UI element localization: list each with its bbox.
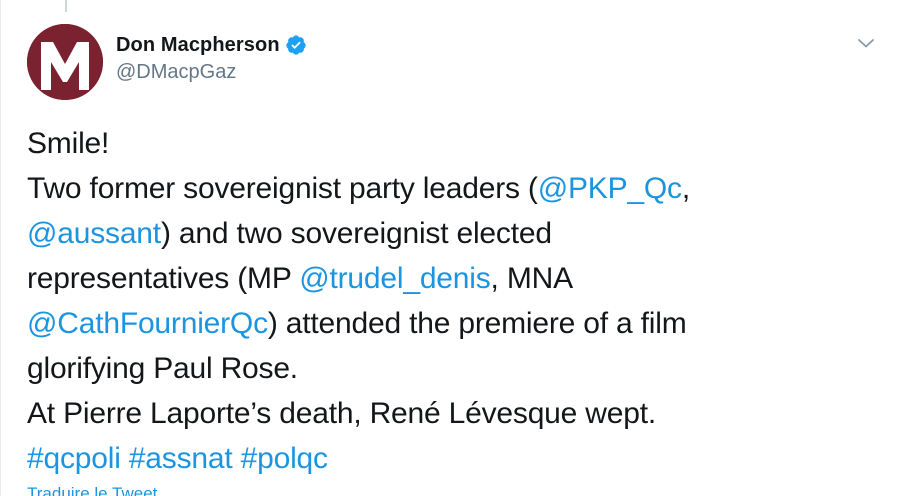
tweet-line: representatives (MP @trudel_denis, MNA <box>27 256 887 301</box>
hashtag-link-qcpoli[interactable]: #qcpoli <box>27 442 121 475</box>
tweet-line: #qcpoli #assnat #polqc <box>27 436 887 481</box>
mention-link-pkp[interactable]: @PKP_Qc <box>538 172 682 205</box>
mention-link-aussant[interactable]: @aussant <box>27 217 161 250</box>
card-border <box>0 0 1 496</box>
tweet-menu-button[interactable] <box>853 30 879 56</box>
tweet-text-segment: representatives (MP <box>27 262 300 295</box>
thread-connector-line <box>65 0 67 12</box>
tweet-text-segment: ) attended the premiere of a film <box>267 307 687 340</box>
tweet-text-segment: Two former sovereignist party leaders ( <box>27 172 538 205</box>
tweet-line: Smile! <box>27 121 887 166</box>
hashtag-link-assnat[interactable]: #assnat <box>129 442 233 475</box>
tweet-text-segment: Smile! <box>27 127 110 160</box>
tweet-line: glorifying Paul Rose. <box>27 346 887 391</box>
tweet-line: @CathFournierQc) attended the premiere o… <box>27 301 887 346</box>
chevron-down-icon <box>858 39 874 48</box>
tweet-line: @aussant) and two sovereignist elected <box>27 211 887 256</box>
tweet-text-segment: At Pierre Laporte’s death, René Lévesque… <box>27 397 656 430</box>
verified-badge-icon <box>285 34 307 56</box>
tweet-text-segment: glorifying Paul Rose. <box>27 352 298 385</box>
tweet-card[interactable]: Don Macpherson @DMacpGaz Smile! Two form… <box>0 0 902 496</box>
avatar[interactable] <box>27 24 103 100</box>
name-row: Don Macpherson <box>116 31 307 59</box>
tweet-line: Two former sovereignist party leaders (@… <box>27 166 887 211</box>
tweet-text-segment: ) and two sovereignist elected <box>160 217 552 250</box>
mention-link-trudel[interactable]: @trudel_denis <box>299 262 491 295</box>
tweet-line: At Pierre Laporte’s death, René Lévesque… <box>27 391 887 436</box>
avatar-logo-icon <box>27 24 103 100</box>
user-handle[interactable]: @DMacpGaz <box>116 61 307 84</box>
tweet-text: Smile! Two former sovereignist party lea… <box>27 121 887 481</box>
tweet-text-segment: , <box>681 172 690 205</box>
translate-tweet-link[interactable]: Traduire le Tweet <box>27 484 157 496</box>
display-name[interactable]: Don Macpherson <box>116 34 280 57</box>
mention-link-cathfournier[interactable]: @CathFournierQc <box>27 307 268 340</box>
hashtag-link-polqc[interactable]: #polqc <box>241 442 328 475</box>
tweet-header: Don Macpherson @DMacpGaz <box>116 31 307 84</box>
tweet-text-segment: , MNA <box>490 262 574 295</box>
